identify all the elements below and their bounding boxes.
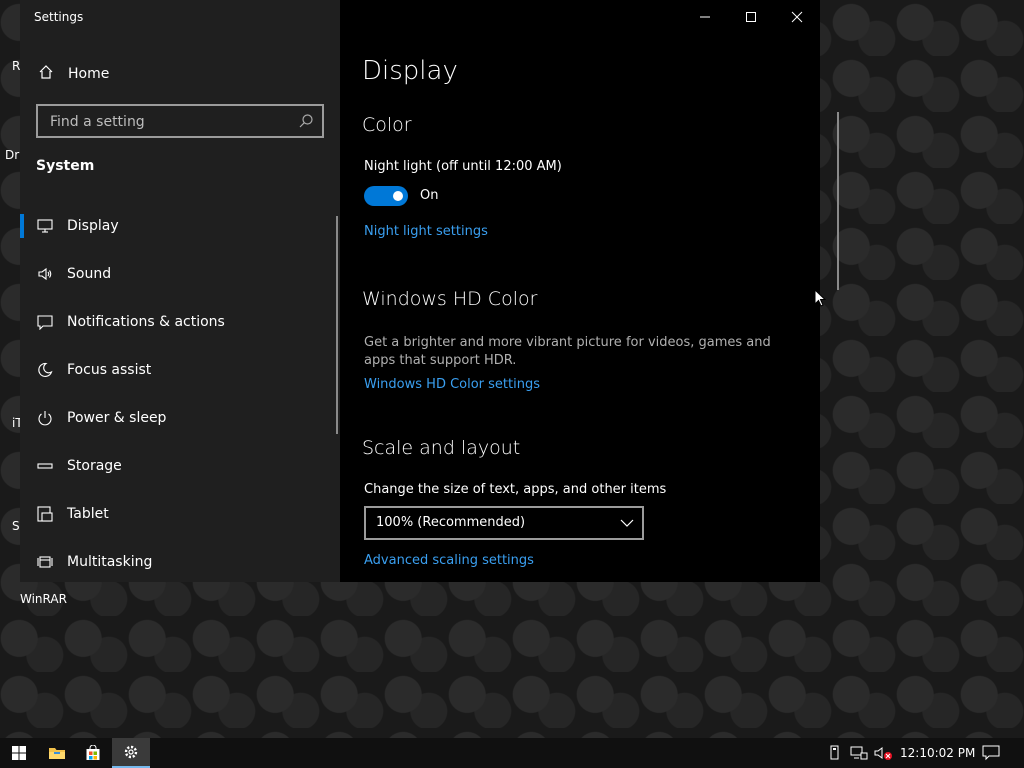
toggle-state-label: On (420, 188, 439, 203)
desktop-icon-winrar[interactable]: WinRAR (20, 592, 67, 606)
taskbar: 12:10:02 PM (0, 738, 1024, 768)
advanced-scaling-link[interactable]: Advanced scaling settings (364, 553, 534, 568)
chevron-down-icon (620, 517, 634, 532)
sidebar-nav: Display Sound Notifications & actions Fo… (20, 202, 340, 586)
night-light-label: Night light (off until 12:00 AM) (364, 159, 562, 174)
sidebar-item-tablet[interactable]: Tablet (20, 490, 340, 538)
taskbar-clock[interactable]: 12:10:02 PM (900, 746, 975, 760)
toggle-knob (393, 191, 403, 201)
file-explorer-icon (49, 748, 65, 759)
sidebar-item-sound[interactable]: Sound (20, 250, 340, 298)
power-icon (36, 409, 54, 427)
color-heading: Color (362, 114, 412, 136)
store-icon (86, 745, 100, 760)
content-scrollbar[interactable] (837, 112, 839, 290)
storage-icon (36, 457, 54, 475)
sidebar-item-label: Sound (67, 266, 112, 282)
sidebar-scrollbar[interactable] (336, 216, 338, 434)
network-tray-icon[interactable] (850, 745, 868, 761)
hdr-description: Get a brighter and more vibrant picture … (364, 335, 771, 368)
settings-window: Settings Home System Display (20, 0, 839, 582)
night-light-toggle[interactable] (364, 186, 408, 206)
search-input[interactable] (48, 111, 292, 133)
speaker-icon (36, 265, 54, 283)
section-title: System (36, 158, 95, 174)
moon-icon (36, 361, 54, 379)
file-explorer-button[interactable] (38, 738, 76, 768)
monitor-icon (36, 217, 54, 235)
tablet-icon (36, 505, 54, 523)
sidebar-item-storage[interactable]: Storage (20, 442, 340, 490)
notification-icon (36, 313, 54, 331)
main-content: Display Color Night light (off until 12:… (340, 0, 839, 582)
hdr-heading: Windows HD Color (362, 288, 538, 310)
search-box[interactable] (36, 104, 324, 138)
sidebar-item-home[interactable]: Home (20, 58, 340, 90)
minimize-button[interactable] (682, 0, 728, 34)
minimize-icon (700, 16, 710, 18)
search-icon[interactable] (298, 113, 314, 129)
settings-icon (124, 745, 138, 759)
sidebar-item-multitasking[interactable]: Multitasking (20, 538, 340, 586)
scale-dropdown[interactable]: 100% (Recommended) (364, 506, 644, 540)
window-title: Settings (34, 10, 84, 24)
scale-selected-value: 100% (Recommended) (376, 515, 526, 530)
sidebar-item-label: Notifications & actions (67, 314, 225, 330)
hdr-settings-link[interactable]: Windows HD Color settings (364, 377, 540, 392)
desktop-icon-label[interactable]: S (12, 519, 20, 533)
sidebar-item-label: Display (67, 218, 119, 234)
sidebar-item-label: Storage (67, 458, 122, 474)
scale-label: Change the size of text, apps, and other… (364, 482, 667, 497)
settings-taskbar-button[interactable] (112, 738, 150, 768)
scale-heading: Scale and layout (362, 437, 521, 459)
multitasking-icon (36, 553, 54, 571)
sidebar-item-label: Power & sleep (67, 410, 167, 426)
sidebar-item-display[interactable]: Display (20, 202, 340, 250)
maximize-button[interactable] (728, 0, 774, 34)
volume-muted-tray-icon[interactable] (874, 745, 894, 761)
mouse-cursor-icon (814, 289, 826, 307)
home-icon (36, 64, 56, 84)
close-button[interactable] (774, 0, 820, 34)
usb-tray-icon[interactable] (828, 745, 842, 761)
maximize-icon (746, 12, 756, 22)
page-title: Display (362, 56, 458, 86)
sidebar-item-power-sleep[interactable]: Power & sleep (20, 394, 340, 442)
sidebar-item-label: Tablet (67, 506, 109, 522)
windows-start-icon (12, 746, 26, 760)
store-button[interactable] (74, 738, 112, 768)
sidebar: Settings Home System Display (20, 0, 340, 582)
close-icon (791, 11, 803, 23)
action-center-icon[interactable] (982, 745, 1000, 761)
sidebar-item-notifications[interactable]: Notifications & actions (20, 298, 340, 346)
home-label: Home (68, 66, 110, 82)
sidebar-item-focus-assist[interactable]: Focus assist (20, 346, 340, 394)
start-button[interactable] (0, 738, 38, 768)
night-light-settings-link[interactable]: Night light settings (364, 224, 488, 239)
sidebar-item-label: Focus assist (67, 362, 152, 378)
sidebar-item-label: Multitasking (67, 554, 153, 570)
